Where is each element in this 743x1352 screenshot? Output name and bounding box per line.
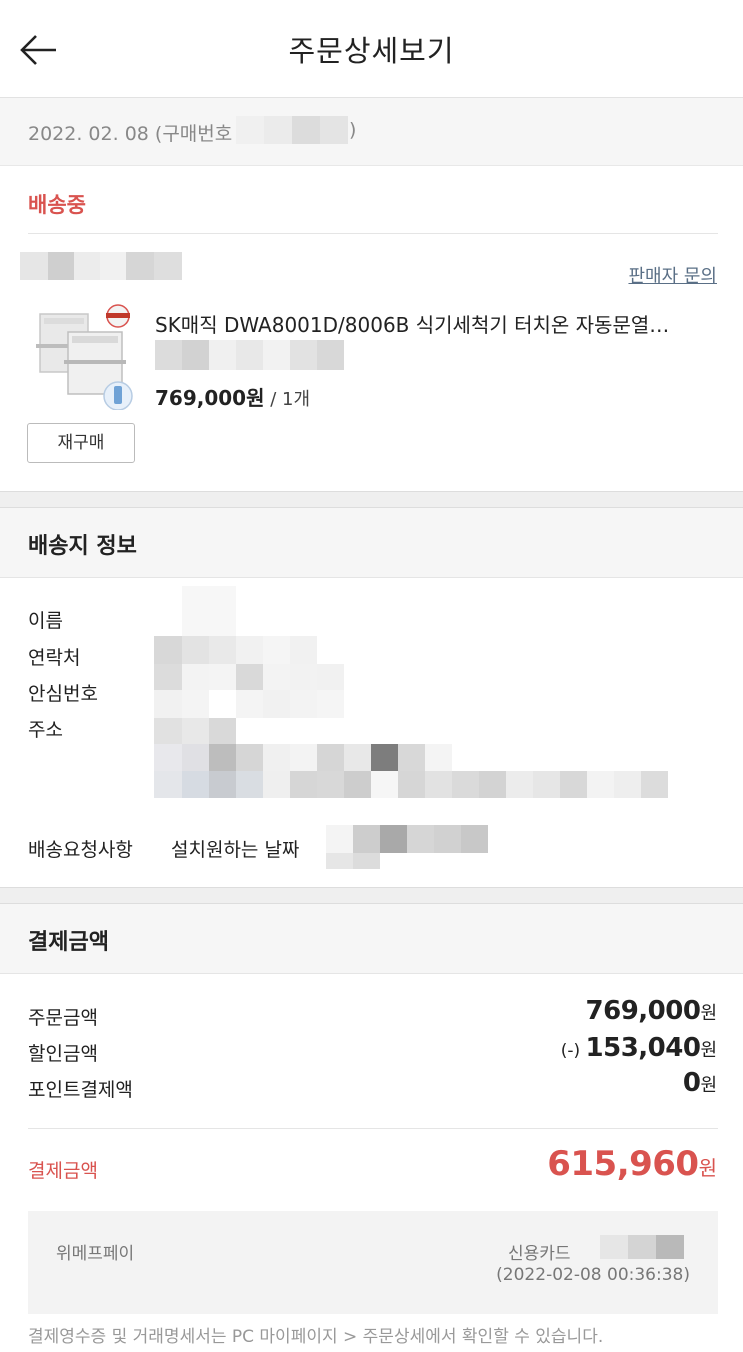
address-label: 주소 — [28, 719, 63, 741]
shipping-status: 배송중 — [28, 193, 86, 217]
delivery-request-redacted — [300, 825, 490, 869]
payment-card-type: 신용카드 — [508, 1244, 571, 1264]
page-title: 주문상세보기 — [288, 34, 455, 68]
product-price: 769,000원 / 1개 — [155, 382, 310, 411]
total-payment-value: 615,960원 — [547, 1144, 717, 1184]
seller-name-redacted — [20, 252, 182, 282]
product-name[interactable]: SK매직 DWA8001D/8006B 식기세척기 터치온 자동문열… — [155, 309, 715, 338]
discount-amount-value: (-) 153,040원 — [560, 1033, 717, 1063]
order-date-bar: 2022. 02. 08 (구매번호 ) — [0, 98, 743, 166]
order-date: 2022. 02. 08 (구매번호 — [28, 123, 233, 145]
app-header: 주문상세보기 — [0, 0, 743, 98]
product-price-value: 769,000원 — [155, 386, 265, 410]
point-payment-value: 0원 — [682, 1068, 717, 1098]
divider — [28, 233, 718, 234]
receipt-footnote: 결제영수증 및 거래명세서는 PC 마이페이지 > 주문상세에서 확인할 수 있… — [28, 1327, 604, 1347]
product-image[interactable] — [32, 302, 138, 411]
delivery-section-title: 배송지 정보 — [28, 534, 137, 559]
order-amount-value: 769,000원 — [585, 996, 717, 1026]
order-number-close: ) — [349, 119, 357, 141]
product-option-redacted — [155, 340, 355, 370]
safe-number-label: 안심번호 — [28, 683, 98, 705]
order-amount-label: 주문금액 — [28, 1007, 98, 1029]
rebuy-button[interactable]: 재구매 — [27, 423, 135, 463]
payment-method-name: 위메프페이 — [56, 1244, 135, 1264]
recipient-name-label: 이름 — [28, 610, 63, 632]
payment-timestamp: (2022-02-08 00:36:38) — [496, 1265, 690, 1285]
divider — [28, 1128, 718, 1129]
contact-label: 연락처 — [28, 647, 81, 669]
total-payment-label: 결제금액 — [28, 1160, 98, 1182]
payment-method-box: 위메프페이 신용카드 (2022-02-08 00:36:38) — [28, 1211, 718, 1314]
card-number-redacted — [600, 1235, 684, 1259]
point-payment-label: 포인트결제액 — [28, 1079, 133, 1101]
delivery-request-label: 배송요청사항 — [28, 839, 133, 861]
section-separator — [0, 491, 743, 508]
order-number-redacted — [236, 116, 348, 144]
delivery-request-value: 설치원하는 날짜 — [171, 839, 300, 861]
delivery-info-redacted — [154, 586, 668, 806]
delivery-section-header: 배송지 정보 — [0, 508, 743, 578]
seller-inquiry-link[interactable]: 판매자 문의 — [628, 262, 717, 288]
payment-section-header: 결제금액 — [0, 904, 743, 974]
payment-section-title: 결제금액 — [28, 930, 109, 955]
section-separator — [0, 887, 743, 904]
discount-amount-label: 할인금액 — [28, 1043, 98, 1065]
product-quantity: / 1개 — [264, 389, 311, 410]
